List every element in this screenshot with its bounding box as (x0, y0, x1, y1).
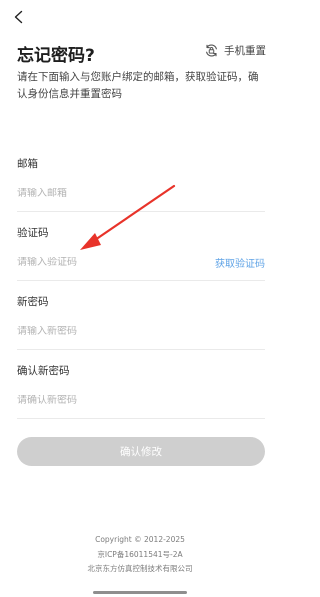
new-password-label: 新密码 (17, 296, 49, 308)
copyright-text: Copyright © 2012-2025 (95, 535, 185, 544)
refresh-lock-icon (206, 44, 217, 57)
new-password-input[interactable] (17, 325, 197, 337)
company-text: 北京东方仿真控制技术有限公司 (87, 564, 193, 573)
email-field-group: 邮箱 (17, 157, 265, 212)
confirm-modify-button[interactable]: 确认修改 (17, 437, 265, 466)
page-description: 请在下面输入与您账户绑定的邮箱，获取验证码，确认身份信息并重置密码 (17, 71, 259, 100)
back-button[interactable] (8, 6, 30, 28)
new-password-divider (17, 349, 265, 350)
confirm-password-divider (17, 418, 265, 419)
code-field-group: 验证码 获取验证码 (17, 226, 265, 281)
footer: Copyright © 2012-2025 京ICP备16011541号-2A … (0, 533, 280, 577)
email-divider (17, 211, 265, 212)
page-title: 忘记密码? (17, 46, 95, 66)
code-label: 验证码 (17, 227, 49, 239)
confirm-password-input[interactable] (17, 394, 197, 406)
new-password-field-group: 新密码 (17, 295, 265, 350)
phone-reset-label: 手机重置 (224, 45, 266, 57)
email-input[interactable] (17, 187, 197, 199)
phone-reset-button[interactable]: 手机重置 (204, 43, 266, 58)
chevron-left-icon (14, 10, 23, 24)
confirm-password-label: 确认新密码 (17, 365, 70, 377)
code-input[interactable] (17, 256, 167, 268)
confirm-password-field-group: 确认新密码 (17, 364, 265, 419)
icp-text: 京ICP备16011541号-2A (97, 549, 183, 559)
email-label: 邮箱 (17, 158, 38, 170)
code-divider (17, 280, 265, 281)
get-code-button[interactable]: 获取验证码 (215, 255, 265, 270)
home-indicator (93, 591, 187, 594)
